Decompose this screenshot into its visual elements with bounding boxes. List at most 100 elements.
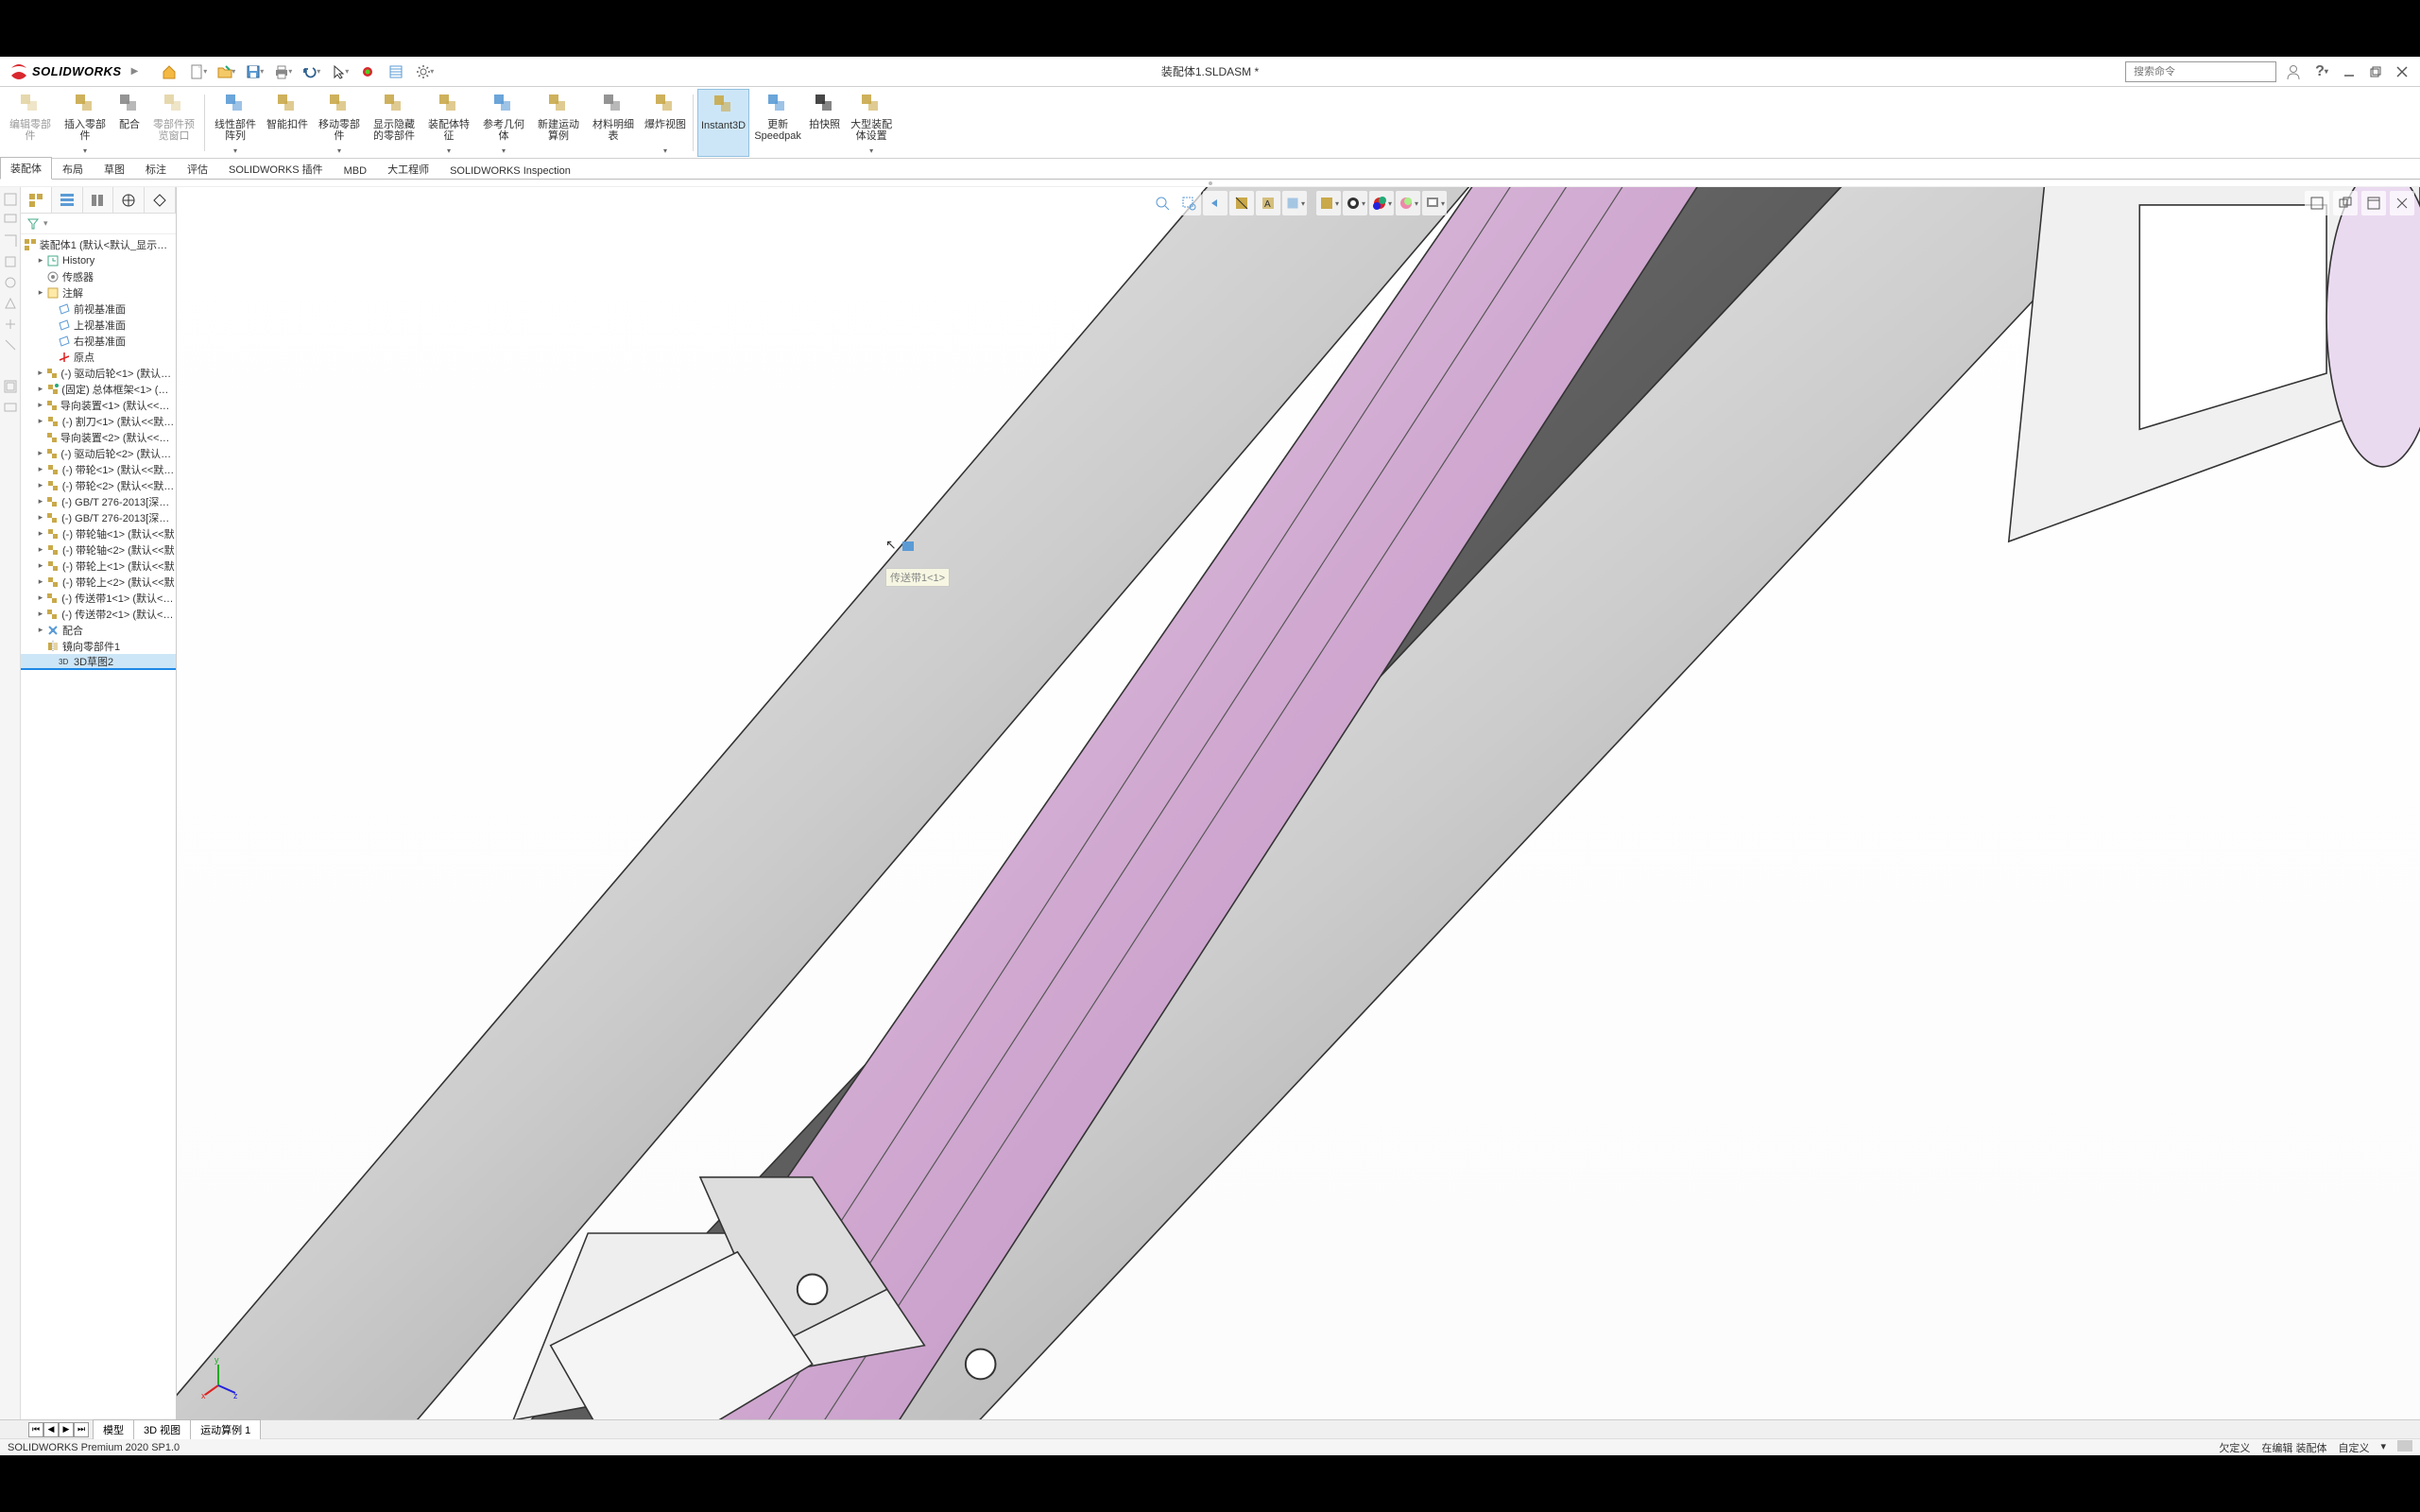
- feature-tree[interactable]: 装配体1 (默认<默认_显示状态 ▸History传感器▸注解前视基准面上视基准…: [21, 234, 176, 1419]
- tree-item[interactable]: ▸导向装置<1> (默认<<默认>: [21, 397, 176, 413]
- print-button[interactable]: ▾: [270, 60, 295, 84]
- viewport-window[interactable]: [2333, 191, 2358, 215]
- tree-item[interactable]: ▸History: [21, 252, 176, 268]
- rail-btn-8[interactable]: [2, 336, 19, 353]
- edit-appearance-button[interactable]: ▾: [1369, 191, 1394, 215]
- tab-装配体[interactable]: 装配体: [0, 157, 52, 180]
- rail-btn-2[interactable]: [2, 212, 19, 229]
- rail-btn-1[interactable]: [2, 191, 19, 208]
- dynamic-annotation-button[interactable]: A: [1256, 191, 1280, 215]
- tree-item[interactable]: ▸(-) 带轮轴<2> (默认<<默: [21, 541, 176, 558]
- rail-btn-3[interactable]: [2, 232, 19, 249]
- tree-root[interactable]: 装配体1 (默认<默认_显示状态: [21, 236, 176, 252]
- tab-标注[interactable]: 标注: [135, 158, 177, 180]
- tree-item[interactable]: ▸注解: [21, 284, 176, 301]
- section-view-button[interactable]: [1229, 191, 1254, 215]
- rail-btn-6[interactable]: [2, 295, 19, 312]
- options-button[interactable]: ▾: [412, 60, 437, 84]
- update-speedpak-button[interactable]: 更新Speedpak: [751, 89, 804, 157]
- rail-btn-4[interactable]: [2, 253, 19, 270]
- tree-item[interactable]: 右视基准面: [21, 333, 176, 349]
- tree-item[interactable]: 导向装置<2> (默认<<默认>: [21, 429, 176, 445]
- fm-tab-dimxpert[interactable]: [113, 187, 145, 213]
- tree-item[interactable]: ▸(-) 传送带2<1> (默认<<默: [21, 606, 176, 622]
- viewport-maximize[interactable]: [2361, 191, 2386, 215]
- status-unit-icon[interactable]: ▾: [2380, 1440, 2386, 1455]
- viewport-fullscreen[interactable]: [2305, 191, 2329, 215]
- bottom-tab-运动算例 1[interactable]: 运动算例 1: [190, 1419, 261, 1439]
- tab-布局[interactable]: 布局: [52, 158, 94, 180]
- viewport-close[interactable]: [2390, 191, 2414, 215]
- linear-pattern-button[interactable]: 线性部件阵列▾: [209, 89, 262, 157]
- tree-item[interactable]: ▸(-) 带轮<1> (默认<<默认:: [21, 461, 176, 477]
- new-motion-study-button[interactable]: 新建运动算例: [532, 89, 585, 157]
- large-assembly-button[interactable]: 大型装配体设置▾: [845, 89, 898, 157]
- fm-tab-tree[interactable]: [21, 187, 52, 213]
- tab-nav-next[interactable]: ▶: [59, 1422, 74, 1437]
- prev-view-button[interactable]: [1203, 191, 1227, 215]
- tree-item[interactable]: ▸(-) GB/T 276-2013[深沟球: [21, 493, 176, 509]
- tree-item[interactable]: ▸配合: [21, 622, 176, 638]
- move-component-button[interactable]: 移动零部件▾: [313, 89, 366, 157]
- 3d-viewport[interactable]: A▾▾▾▾▾▾: [177, 187, 2420, 1419]
- tree-item[interactable]: ▸(-) 带轮<2> (默认<<默认:: [21, 477, 176, 493]
- rail-btn-7[interactable]: [2, 316, 19, 333]
- tree-item[interactable]: 传感器: [21, 268, 176, 284]
- orientation-triad[interactable]: x y z: [196, 1355, 241, 1400]
- apply-scene-button[interactable]: ▾: [1396, 191, 1420, 215]
- assembly-features-button[interactable]: 装配体特征▾: [422, 89, 475, 157]
- tree-item[interactable]: ▸(-) 割刀<1> (默认<<默认:: [21, 413, 176, 429]
- open-button[interactable]: ▾: [214, 60, 238, 84]
- minimize-button[interactable]: [2339, 61, 2360, 82]
- display-style-button[interactable]: ▾: [1316, 191, 1341, 215]
- command-search[interactable]: [2125, 61, 2276, 82]
- fm-tab-config[interactable]: [83, 187, 114, 213]
- zoom-area-button[interactable]: [1176, 191, 1201, 215]
- close-button[interactable]: [2392, 61, 2412, 82]
- bottom-tab-3D 视图[interactable]: 3D 视图: [133, 1419, 191, 1439]
- rebuild-button[interactable]: [355, 60, 380, 84]
- tab-SOLIDWORKS Inspection[interactable]: SOLIDWORKS Inspection: [439, 162, 581, 180]
- take-snapshot-button[interactable]: 拍快照: [806, 89, 843, 157]
- exploded-view-button[interactable]: 爆炸视图▾: [642, 89, 689, 157]
- view-orientation-button[interactable]: ▾: [1282, 191, 1307, 215]
- bom-button[interactable]: 材料明细表: [587, 89, 640, 157]
- tab-SOLIDWORKS 插件[interactable]: SOLIDWORKS 插件: [218, 158, 334, 180]
- tree-item[interactable]: ▸(-) GB/T 276-2013[深沟球: [21, 509, 176, 525]
- tab-MBD[interactable]: MBD: [334, 162, 377, 180]
- tree-item[interactable]: 原点: [21, 349, 176, 365]
- show-hidden-button[interactable]: 显示隐藏的零部件: [368, 89, 420, 157]
- status-custom[interactable]: 自定义: [2338, 1440, 2369, 1455]
- instant3d-button[interactable]: Instant3D: [697, 89, 749, 157]
- mate-button[interactable]: 配合: [113, 89, 146, 157]
- login-button[interactable]: [2282, 60, 2305, 83]
- tab-草图[interactable]: 草图: [94, 158, 135, 180]
- fm-tab-display[interactable]: [145, 187, 176, 213]
- tree-item[interactable]: 上视基准面: [21, 317, 176, 333]
- tree-item[interactable]: 前视基准面: [21, 301, 176, 317]
- search-input[interactable]: [2134, 66, 2268, 77]
- tab-nav-prev[interactable]: ◀: [43, 1422, 59, 1437]
- app-logo[interactable]: SOLIDWORKS ▶: [9, 62, 138, 81]
- app-menu-drop[interactable]: ▶: [131, 66, 139, 77]
- tree-item[interactable]: ▸(-) 带轮轴<1> (默认<<默: [21, 525, 176, 541]
- tree-item[interactable]: ▸(-) 驱动后轮<2> (默认<<默: [21, 445, 176, 461]
- options-panel-button[interactable]: [384, 60, 408, 84]
- insert-components-button[interactable]: 插入零部件▾: [59, 89, 112, 157]
- home-button[interactable]: [157, 60, 181, 84]
- tree-item[interactable]: 镜向零部件1: [21, 638, 176, 654]
- tree-item[interactable]: ▸(-) 带轮上<2> (默认<<默: [21, 574, 176, 590]
- help-button[interactable]: ?▾: [2310, 60, 2333, 83]
- bottom-tab-模型[interactable]: 模型: [93, 1419, 134, 1439]
- rail-btn-10[interactable]: [2, 399, 19, 416]
- hide-show-button[interactable]: ▾: [1343, 191, 1367, 215]
- tab-nav-last[interactable]: ⏭: [74, 1422, 89, 1437]
- tree-item[interactable]: ▸(-) 传送带1<1> (默认<<默: [21, 590, 176, 606]
- new-button[interactable]: ▾: [185, 60, 210, 84]
- rail-btn-9[interactable]: [2, 378, 19, 395]
- tree-item[interactable]: ▸(-) 驱动后轮<1> (默认<<默: [21, 365, 176, 381]
- tab-评估[interactable]: 评估: [177, 158, 218, 180]
- undo-button[interactable]: ▾: [299, 60, 323, 84]
- status-flag-icon[interactable]: [2397, 1440, 2412, 1452]
- tree-item[interactable]: 3D3D草图2: [21, 654, 176, 670]
